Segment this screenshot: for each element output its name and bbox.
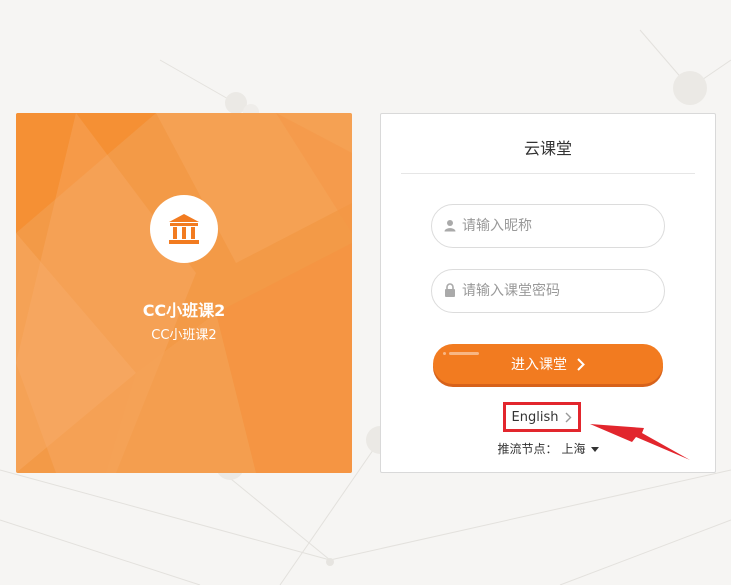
- language-switch-button[interactable]: English: [503, 402, 581, 432]
- user-icon: [444, 220, 456, 232]
- panel-divider: [401, 173, 695, 174]
- nickname-input[interactable]: [462, 205, 652, 247]
- room-logo: [150, 195, 218, 263]
- lock-icon: [445, 283, 455, 297]
- password-field: [431, 269, 665, 313]
- chevron-right-icon: [577, 357, 585, 371]
- push-node-label: 推流节点：: [497, 442, 558, 456]
- language-label: English: [511, 409, 559, 425]
- building-icon: [169, 214, 199, 244]
- room-subtitle: CC小班课2: [151, 328, 217, 343]
- room-card: CC小班课2 CC小班课2: [16, 113, 352, 473]
- nickname-field: [431, 204, 665, 248]
- button-highlight-bar: [449, 352, 479, 355]
- enter-classroom-label: 进入课堂: [511, 357, 567, 373]
- panel-title: 云课堂: [523, 139, 572, 158]
- push-node-value: 上海: [561, 442, 586, 456]
- card-background-pattern: [16, 113, 352, 473]
- password-input[interactable]: [462, 270, 652, 312]
- room-title: CC小班课2: [142, 301, 226, 320]
- enter-classroom-button[interactable]: 进入课堂: [433, 344, 663, 384]
- button-highlight: [443, 352, 446, 355]
- chevron-right-icon: [565, 412, 572, 422]
- annotation-arrow: [590, 424, 690, 460]
